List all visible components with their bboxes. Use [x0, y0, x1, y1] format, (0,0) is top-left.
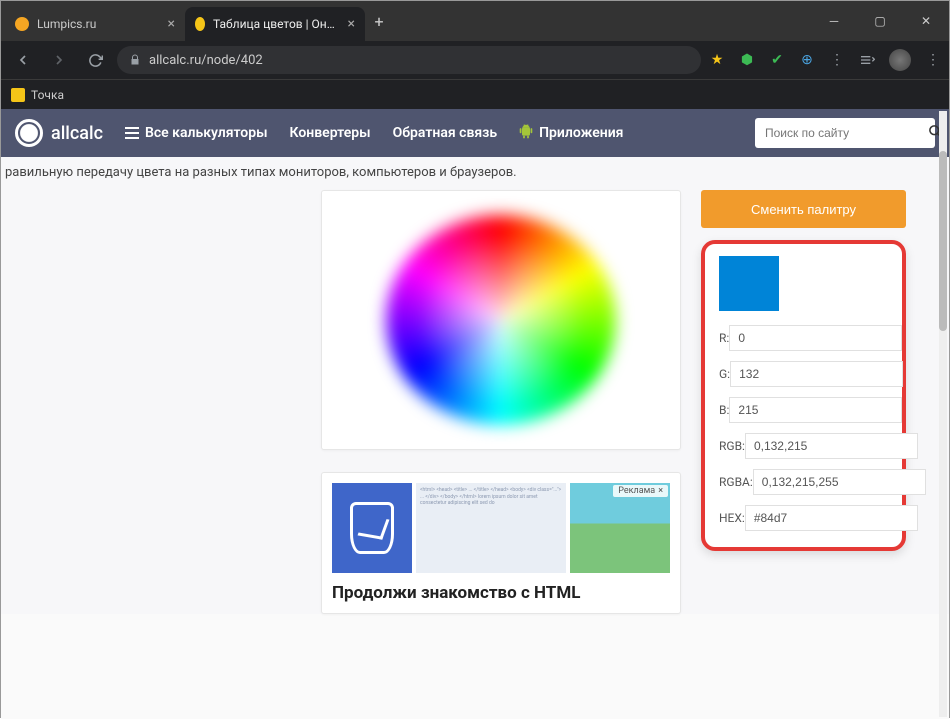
- label-rgb: RGB:: [719, 439, 745, 453]
- right-column: Сменить палитру R: G: B:: [701, 190, 906, 614]
- label-rgba: RGBA:: [719, 475, 753, 489]
- label-b: B:: [719, 403, 729, 417]
- window-controls: ─ ▢ ✕: [811, 1, 949, 41]
- tab-allcalc[interactable]: Таблица цветов | Онлайн кальк ×: [185, 7, 365, 41]
- profile-avatar[interactable]: [889, 49, 911, 71]
- menu-label: Все калькуляторы: [145, 125, 268, 141]
- url-text: allcalc.ru/node/402: [149, 53, 263, 68]
- maximize-button[interactable]: ▢: [857, 1, 903, 41]
- menu-apps[interactable]: Приложения: [519, 123, 623, 143]
- menu-label: Конвертеры: [290, 125, 371, 141]
- close-window-button[interactable]: ✕: [903, 1, 949, 41]
- left-column: <html> <head> <title> ... </title> </hea…: [321, 190, 681, 614]
- brand-text: allcalc: [51, 123, 103, 144]
- address-bar[interactable]: allcalc.ru/node/402: [117, 46, 701, 74]
- scrollbar-thumb[interactable]: [939, 151, 947, 331]
- field-b: B:: [719, 397, 888, 423]
- lock-icon: [129, 54, 141, 66]
- bookmark-item[interactable]: Точка: [11, 88, 64, 102]
- hamburger-icon: [125, 127, 139, 139]
- menu-label: Приложения: [539, 125, 623, 141]
- bookmark-label: Точка: [31, 88, 64, 102]
- promo-images: <html> <head> <title> ... </title> </hea…: [332, 483, 670, 573]
- site-search[interactable]: [755, 118, 935, 148]
- favicon-allcalc: [195, 17, 205, 31]
- new-tab-button[interactable]: +: [365, 7, 393, 35]
- close-icon[interactable]: ×: [348, 16, 355, 32]
- field-rgba: RGBA:: [719, 469, 888, 495]
- readlist-icon[interactable]: [859, 52, 875, 68]
- tab-lumpics[interactable]: Lumpics.ru ×: [5, 7, 185, 41]
- android-icon: [519, 123, 533, 143]
- field-hex: HEX:: [719, 505, 888, 531]
- favicon-lumpics: [15, 17, 29, 31]
- kebab-menu-icon[interactable]: ⋮: [925, 52, 941, 68]
- field-g: G:: [719, 361, 888, 387]
- menu-feedback[interactable]: Обратная связь: [393, 125, 498, 141]
- input-r[interactable]: [729, 325, 902, 351]
- promo-title: Продолжи знакомство с HTML: [332, 583, 670, 603]
- input-rgb[interactable]: [745, 433, 918, 459]
- shield-icon: [350, 502, 394, 554]
- label-r: R:: [719, 331, 729, 345]
- tab-title: Таблица цветов | Онлайн кальк: [213, 17, 340, 31]
- close-icon[interactable]: ×: [658, 486, 663, 496]
- site-logo[interactable]: allcalc: [15, 119, 103, 147]
- promo-image-code: <html> <head> <title> ... </title> </hea…: [416, 483, 566, 573]
- vertical-scrollbar[interactable]: [939, 111, 947, 717]
- input-g[interactable]: [730, 361, 903, 387]
- browser-toolbar: allcalc.ru/node/402 ★ ⬢ ✔ ⊕ ⋮ ⋮: [1, 41, 949, 79]
- promo-image-shield: [332, 483, 412, 573]
- extension-icons: ★ ⬢ ✔ ⊕ ⋮ ⋮: [709, 49, 941, 71]
- menu-converters[interactable]: Конвертеры: [290, 125, 371, 141]
- minimize-button[interactable]: ─: [811, 1, 857, 41]
- label-hex: HEX:: [719, 511, 745, 525]
- menu-dots-icon[interactable]: ⋮: [829, 52, 845, 68]
- label-g: G:: [719, 367, 730, 381]
- tab-strip: Lumpics.ru × Таблица цветов | Онлайн кал…: [5, 7, 811, 41]
- adblock-icon[interactable]: ⬢: [739, 52, 755, 68]
- forward-button[interactable]: [45, 46, 73, 74]
- page-viewport: allcalc Все калькуляторы Конвертеры Обра…: [1, 109, 949, 719]
- bookmarks-bar: Точка: [1, 79, 949, 109]
- color-wheel[interactable]: [386, 215, 616, 425]
- promo-card[interactable]: <html> <head> <title> ... </title> </hea…: [321, 472, 681, 614]
- input-rgba[interactable]: [753, 469, 926, 495]
- back-button[interactable]: [9, 46, 37, 74]
- color-values-panel: R: G: B: RGB:: [701, 240, 906, 551]
- field-r: R:: [719, 325, 888, 351]
- menu-label: Обратная связь: [393, 125, 498, 141]
- page-body: равильную передачу цвета на разных типах…: [1, 157, 949, 614]
- logo-icon: [15, 119, 43, 147]
- field-rgb: RGB:: [719, 433, 888, 459]
- input-hex[interactable]: [745, 505, 918, 531]
- intro-text: равильную передачу цвета на разных типах…: [1, 165, 949, 190]
- tab-title: Lumpics.ru: [37, 17, 96, 31]
- ad-badge: Реклама ×: [613, 485, 668, 497]
- input-b[interactable]: [729, 397, 902, 423]
- content-row: <html> <head> <title> ... </title> </hea…: [1, 190, 949, 614]
- search-input[interactable]: [765, 126, 920, 140]
- check-icon[interactable]: ✔: [769, 52, 785, 68]
- color-wheel-card: [321, 190, 681, 450]
- bookmark-favicon: [11, 88, 25, 102]
- change-palette-button[interactable]: Сменить палитру: [701, 190, 906, 228]
- reload-button[interactable]: [81, 46, 109, 74]
- menu-all-calculators[interactable]: Все калькуляторы: [125, 125, 268, 141]
- ad-label-text: Реклама: [618, 486, 655, 496]
- site-header: allcalc Все калькуляторы Конвертеры Обра…: [1, 109, 949, 157]
- browser-titlebar: Lumpics.ru × Таблица цветов | Онлайн кал…: [1, 1, 949, 41]
- globe-icon[interactable]: ⊕: [799, 52, 815, 68]
- close-icon[interactable]: ×: [168, 16, 175, 32]
- star-icon[interactable]: ★: [709, 52, 725, 68]
- promo-image-scene: Реклама ×: [570, 483, 670, 573]
- color-swatch: [719, 256, 779, 311]
